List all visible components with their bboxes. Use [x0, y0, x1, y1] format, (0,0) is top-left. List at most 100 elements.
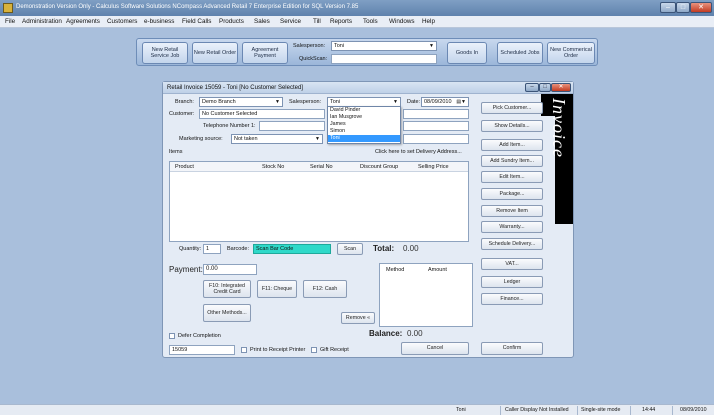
- salesperson-dropdown-list[interactable]: David Pinder Ian Musgrove James Simon To…: [327, 106, 401, 144]
- col-stock-no[interactable]: Stock No: [262, 164, 284, 170]
- date-picker[interactable]: 08/09/2010 ▤▼: [421, 97, 469, 107]
- status-time: 14:44: [642, 407, 656, 413]
- ledger-button[interactable]: Ledger: [481, 276, 543, 288]
- branch-label: Branch:: [175, 99, 194, 105]
- confirm-button[interactable]: Confirm: [481, 342, 543, 355]
- menu-products[interactable]: Products: [219, 18, 244, 25]
- cheque-button[interactable]: F11: Cheque: [257, 280, 297, 298]
- defer-completion-checkbox[interactable]: [169, 333, 175, 339]
- customer-field: No Customer Selected: [199, 109, 325, 119]
- menu-tools[interactable]: Tools: [363, 18, 378, 25]
- schedule-delivery-button[interactable]: Schedule Delivery...: [481, 238, 543, 250]
- minimize-button[interactable]: –: [660, 2, 676, 13]
- col-method[interactable]: Method: [386, 267, 404, 273]
- show-details-button[interactable]: Show Details...: [481, 120, 543, 132]
- quantity-label: Quantity:: [179, 246, 202, 252]
- quick-toolbar: New Retail Service Job New Retail Order …: [136, 38, 598, 66]
- gift-receipt-checkbox[interactable]: [311, 347, 317, 353]
- marketing-extra-field: [403, 134, 469, 144]
- new-retail-order-button[interactable]: New Retail Order: [192, 42, 238, 64]
- invoice-window: Retail Invoice 15059 - Toni [No Customer…: [162, 81, 574, 358]
- invoice-number-field: 15059: [169, 345, 235, 355]
- maximize-button[interactable]: □: [676, 2, 690, 13]
- chevron-down-icon: ▼: [429, 43, 434, 49]
- invoice-maximize-button[interactable]: □: [539, 83, 551, 92]
- menu-file[interactable]: File: [5, 18, 15, 25]
- telephone-label: Telephone Number 1:: [203, 123, 256, 129]
- status-user: Toni: [456, 407, 466, 413]
- menu-help[interactable]: Help: [422, 18, 435, 25]
- toolbar-salesperson-select[interactable]: Toni ▼: [331, 41, 437, 51]
- print-receipt-checkbox[interactable]: [241, 347, 247, 353]
- invoice-minimize-button[interactable]: –: [525, 83, 539, 92]
- marketing-source-value: Not taken: [234, 136, 258, 142]
- invoice-title-bar: Retail Invoice 15059 - Toni [No Customer…: [163, 82, 573, 94]
- add-item-button[interactable]: Add Item...: [481, 139, 543, 151]
- salesperson-option[interactable]: James: [328, 121, 400, 128]
- menu-agreements[interactable]: Agreements: [66, 18, 100, 25]
- new-commercial-order-button[interactable]: New Commerical Order: [547, 42, 595, 64]
- scheduled-jobs-button[interactable]: Scheduled Jobs: [497, 42, 543, 64]
- salesperson-option-selected[interactable]: Toni: [328, 135, 400, 142]
- status-bar: Toni Caller Display Not Installed Single…: [0, 404, 714, 415]
- col-product[interactable]: Product: [175, 164, 194, 170]
- vat-button[interactable]: VAT...: [481, 258, 543, 270]
- balance-label: Balance:: [369, 329, 403, 338]
- menu-windows[interactable]: Windows: [389, 18, 415, 25]
- invoice-close-button[interactable]: ✕: [551, 83, 571, 92]
- edit-item-button[interactable]: Edit Item...: [481, 171, 543, 183]
- invoice-title: Retail Invoice 15059 - Toni [No Customer…: [167, 85, 303, 91]
- new-retail-service-job-button[interactable]: New Retail Service Job: [142, 42, 188, 64]
- menu-field-calls[interactable]: Field Calls: [182, 18, 211, 25]
- integrated-credit-card-button[interactable]: F10: Integrated Credit Card: [203, 280, 251, 298]
- scan-button[interactable]: Scan: [337, 243, 363, 255]
- status-date: 08/09/2010: [680, 407, 707, 413]
- window-title-bar: Demonstration Version Only - Calculus So…: [0, 0, 714, 16]
- add-sundry-item-button[interactable]: Add Sundry Item...: [481, 155, 543, 167]
- salesperson-option[interactable]: David Pinder: [328, 107, 400, 114]
- customer-extra-field: [403, 109, 469, 119]
- menu-reports[interactable]: Reports: [330, 18, 352, 25]
- gift-receipt-label: Gift Receipt: [320, 347, 349, 353]
- branch-select[interactable]: Demo Branch ▼: [199, 97, 283, 107]
- customer-label: Customer:: [169, 111, 195, 117]
- col-selling-price[interactable]: Selling Price: [418, 164, 449, 170]
- menu-sales[interactable]: Sales: [254, 18, 270, 25]
- payment-label: Payment:: [169, 265, 203, 274]
- warranty-button[interactable]: Warranty...: [481, 221, 543, 233]
- col-serial-no[interactable]: Serial No: [310, 164, 333, 170]
- menu-e-business[interactable]: e-business: [144, 18, 174, 25]
- quantity-input[interactable]: 1: [203, 244, 221, 254]
- payments-grid[interactable]: Method Amount: [379, 263, 473, 327]
- menu-administration[interactable]: Administration: [22, 18, 62, 25]
- goods-in-button[interactable]: Goods In: [447, 42, 487, 64]
- quickscan-input[interactable]: [331, 54, 437, 64]
- close-button[interactable]: ✕: [690, 2, 712, 13]
- items-grid[interactable]: Product Stock No Serial No Discount Grou…: [169, 161, 469, 242]
- agreement-payment-button[interactable]: Agreement Payment: [242, 42, 288, 64]
- menu-service[interactable]: Service: [280, 18, 301, 25]
- package-button[interactable]: Package...: [481, 188, 543, 200]
- status-mode: Single-site mode: [581, 407, 621, 413]
- salesperson-option[interactable]: Simon: [328, 128, 400, 135]
- cancel-button[interactable]: Cancel: [401, 342, 469, 355]
- remove-item-button[interactable]: Remove Item: [481, 205, 543, 217]
- cash-button[interactable]: F12: Cash: [303, 280, 347, 298]
- finance-button[interactable]: Finance...: [481, 293, 543, 305]
- barcode-input[interactable]: Scan Bar Code: [253, 244, 331, 254]
- remove-payment-button[interactable]: Remove «: [341, 312, 375, 324]
- set-delivery-address-link[interactable]: Click here to set Delivery Address...: [375, 149, 462, 155]
- pick-customer-button[interactable]: Pick Customer...: [481, 102, 543, 114]
- menu-customers[interactable]: Customers: [107, 18, 137, 25]
- other-methods-button[interactable]: Other Methods...: [203, 304, 251, 322]
- toolbar-salesperson-label: Salesperson:: [293, 43, 326, 49]
- col-amount[interactable]: Amount: [428, 267, 447, 273]
- payment-amount-input[interactable]: 0.00: [203, 264, 257, 275]
- menu-till[interactable]: Till: [313, 18, 321, 25]
- col-discount-group[interactable]: Discount Group: [360, 164, 398, 170]
- marketing-source-select[interactable]: Not taken ▼: [231, 134, 323, 144]
- telephone-field[interactable]: [259, 121, 325, 131]
- salesperson-option[interactable]: Ian Musgrove: [328, 114, 400, 121]
- invoice-banner-text: Invoice: [549, 98, 569, 158]
- items-grid-header: Product Stock No Serial No Discount Grou…: [170, 162, 468, 172]
